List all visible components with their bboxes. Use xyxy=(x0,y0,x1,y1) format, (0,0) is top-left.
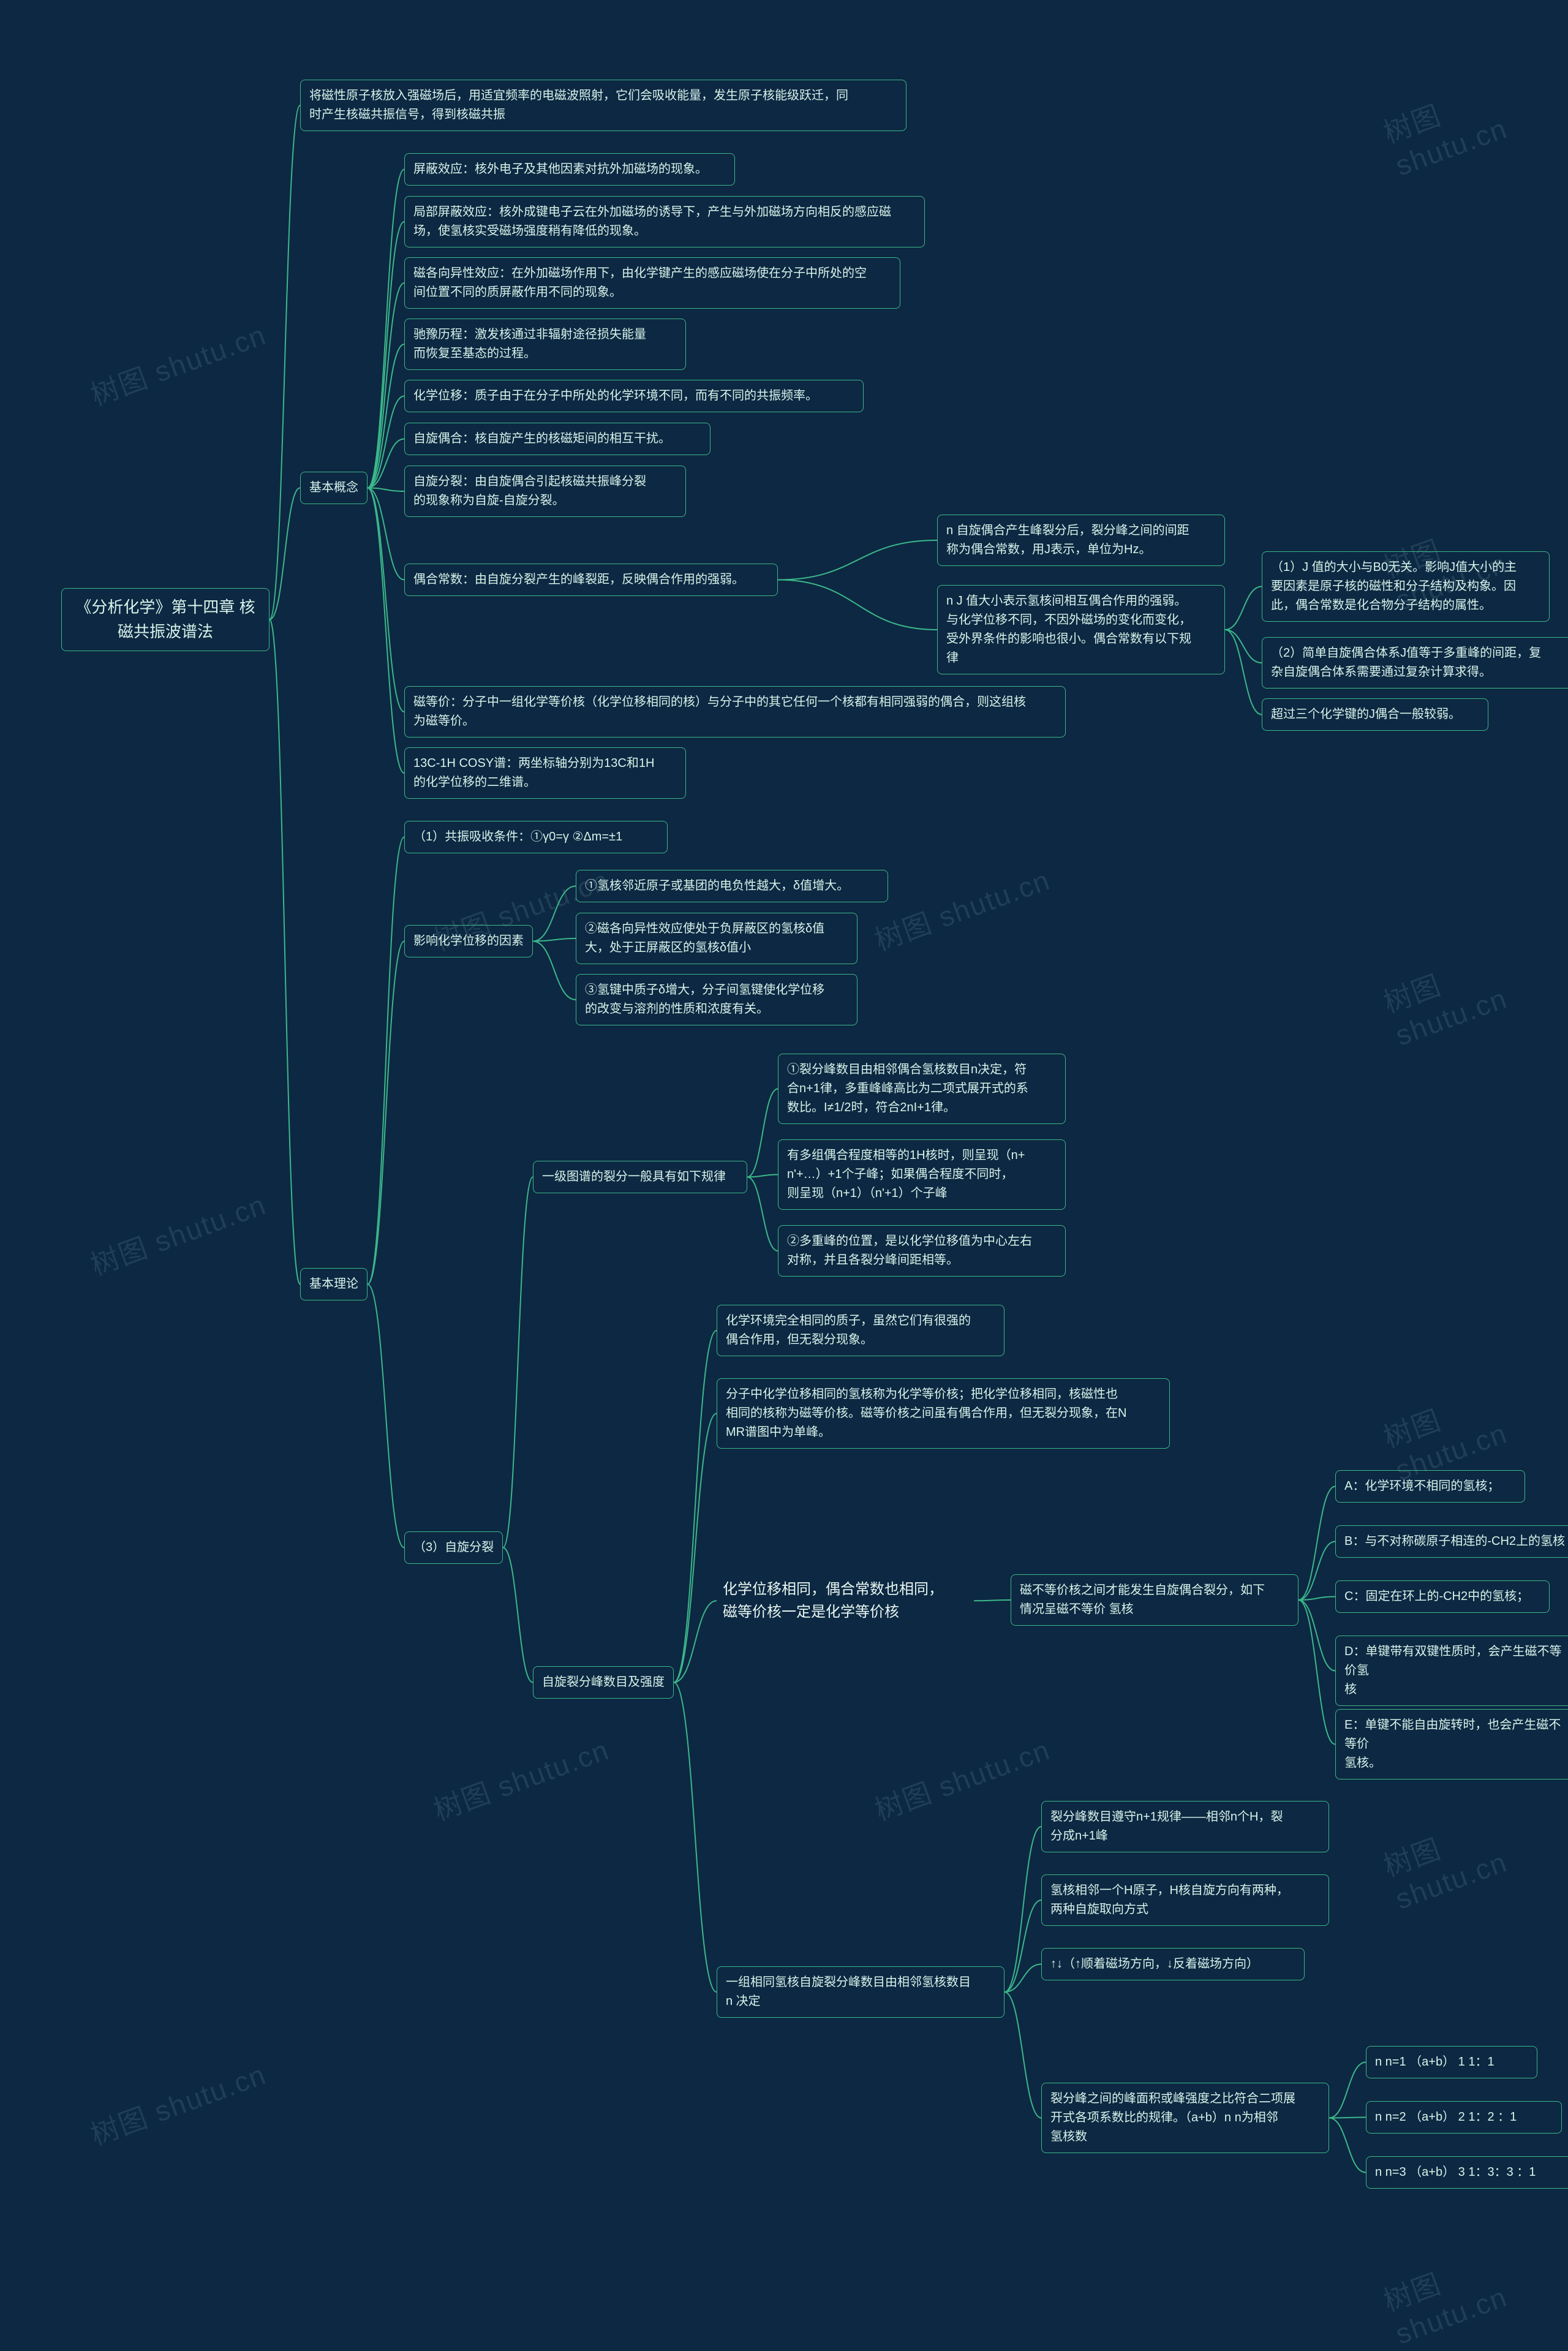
split-b1: 化学环境完全相同的质子，虽然它们有很强的 偶合作用，但无裂分现象。 xyxy=(717,1305,1005,1356)
first-order-law-2: ②多重峰的位置，是以化学位移值为中心左右 对称，并且各裂分峰间距相等。 xyxy=(778,1225,1066,1277)
concept-coupling-constant: 偶合常数：由自旋分裂产生的峰裂距，反映偶合作用的强弱。 xyxy=(404,564,778,596)
concept-mag-equiv: 磁等价：分子中一组化学等价核（化学位移相同的核）与分子中的其它任何一个核都有相同… xyxy=(404,686,1066,738)
coupling-const-b3: 超过三个化学键的J偶合一般较弱。 xyxy=(1262,698,1488,731)
first-order-law-1: ①裂分峰数目由相邻偶合氢核数目n决定，符 合n+1律，多重峰峰高比为二项式展开式… xyxy=(778,1054,1066,1124)
basic-theory-node: 基本理论 xyxy=(300,1268,368,1300)
shift-factor-1: ①氢核邻近原子或基团的电负性越大，δ值增大。 xyxy=(576,870,888,902)
splitting-count-intensity: 自旋裂分峰数目及强度 xyxy=(533,1666,674,1699)
pascal-2: n n=2 （a+b） 2 1：2 ：1 xyxy=(1366,2101,1562,2134)
noneq-c: C：固定在环上的-CH2中的氢核； xyxy=(1335,1580,1550,1613)
concept-spin-splitting: 自旋分裂：由自旋偶合引起核磁共振峰分裂 的现象称为自旋-自旋分裂。 xyxy=(404,466,686,517)
intro-node: 将磁性原子核放入强磁场后，用适宜频率的电磁波照射，它们会吸收能量，发生原子核能级… xyxy=(300,80,907,131)
split-b3: 化学位移相同，偶合常数也相同， 磁等价核一定是化学等价核 xyxy=(717,1574,974,1627)
split-b4-d: 裂分峰之间的峰面积或峰强度之比符合二项展 开式各项系数比的规律。（a+b）n n… xyxy=(1041,2083,1329,2153)
theory-shift-factors: 影响化学位移的因素 xyxy=(404,925,533,957)
split-b3-cond: 磁不等价核之间才能发生自旋偶合裂分，如下 情况呈磁不等价 氢核 xyxy=(1011,1574,1298,1626)
split-b4: 一组相同氢核自旋裂分峰数目由相邻氢核数目 n 决定 xyxy=(717,1966,1005,2018)
concept-relaxation: 驰豫历程：激发核通过非辐射途径损失能量 而恢复至基态的过程。 xyxy=(404,319,686,370)
noneq-e: E：单键不能自由旋转时，也会产生磁不等价 氢核。 xyxy=(1335,1709,1568,1779)
theory-resonance-cond: （1）共振吸收条件：①γ0=γ ②Δm=±1 xyxy=(404,821,668,853)
watermark: 树图 shutu.cn xyxy=(85,313,271,414)
split-b2: 分子中化学位移相同的氢核称为化学等价核；把化学位移相同，核磁性也 相同的核称为磁… xyxy=(717,1378,1170,1449)
basic-concepts-node: 基本概念 xyxy=(300,472,368,504)
split-b4-a: 裂分峰数目遵守n+1规律——相邻n个H，裂 分成n+1峰 xyxy=(1041,1801,1329,1852)
watermark: 树图 shutu.cn xyxy=(1378,50,1568,182)
watermark: 树图 shutu.cn xyxy=(1378,2219,1568,2350)
coupling-const-b1: （1）J 值的大小与B0无关。影响J值大小的主 要因素是原子核的磁性和分子结构及… xyxy=(1262,551,1550,622)
watermark: 树图 shutu.cn xyxy=(1378,920,1568,1052)
pascal-3: n n=3 （a+b） 3 1：3：3 ：1 xyxy=(1366,2156,1568,2189)
watermark: 树图 shutu.cn xyxy=(1378,1784,1568,1915)
first-order-laws: 一级图谱的裂分一般具有如下规律 xyxy=(533,1161,747,1193)
noneq-a: A：化学环境不相同的氢核； xyxy=(1335,1470,1525,1503)
concept-anisotropy: 磁各向异性效应：在外加磁场作用下，由化学键产生的感应磁场使在分子中所处的空 间位… xyxy=(404,257,900,309)
root-node: 《分析化学》第十四章 核 磁共振波谱法 xyxy=(61,588,270,651)
watermark: 树图 shutu.cn xyxy=(85,1183,271,1284)
watermark: 树图 shutu.cn xyxy=(869,1728,1055,1829)
coupling-const-b: n J 值大小表示氢核间相互偶合作用的强弱。 与化学位移不同，不因外磁场的变化而… xyxy=(937,585,1225,674)
split-b4-c: ↑↓（↑顺着磁场方向，↓反着磁场方向） xyxy=(1041,1948,1305,1980)
shift-factor-2: ②磁各向异性效应使处于负屏蔽区的氢核δ值 大，处于正屏蔽区的氢核δ值小 xyxy=(576,913,858,964)
concept-shielding: 屏蔽效应：核外电子及其他因素对抗外加磁场的现象。 xyxy=(404,153,735,186)
noneq-b: B：与不对称碳原子相连的-CH2上的氢核 xyxy=(1335,1525,1568,1558)
watermark: 树图 shutu.cn xyxy=(85,2053,271,2154)
concept-spin-coupling: 自旋偶合：核自旋产生的核磁矩间的相互干扰。 xyxy=(404,423,710,455)
pascal-1: n n=1 （a+b） 1 1：1 xyxy=(1366,2046,1537,2078)
concept-cosy: 13C-1H COSY谱：两坐标轴分别为13C和1H 的化学位移的二维谱。 xyxy=(404,747,686,799)
concept-local-shielding: 局部屏蔽效应：核外成键电子云在外加磁场的诱导下，产生与外加磁场方向相反的感应磁 … xyxy=(404,196,925,247)
first-order-law-1b: 有多组偶合程度相等的1H核时，则呈现（n+ n'+…）+1个子峰；如果偶合程度不… xyxy=(778,1139,1066,1210)
coupling-const-b2: （2）简单自旋偶合体系J值等于多重峰的间距，复 杂自旋偶合体系需要通过复杂计算求… xyxy=(1262,637,1568,689)
watermark: 树图 shutu.cn xyxy=(1378,1355,1568,1487)
watermark: 树图 shutu.cn xyxy=(428,1728,614,1829)
noneq-d: D：单键带有双键性质时，会产生磁不等价氢 核 xyxy=(1335,1636,1568,1706)
split-b4-b: 氢核相邻一个H原子，H核自旋方向有两种， 两种自旋取向方式 xyxy=(1041,1874,1329,1926)
theory-spin-splitting: （3）自旋分裂 xyxy=(404,1531,503,1564)
watermark: 树图 shutu.cn xyxy=(869,858,1055,959)
coupling-const-a: n 自旋偶合产生峰裂分后，裂分峰之间的间距 称为偶合常数，用J表示，单位为Hz。 xyxy=(937,515,1225,566)
concept-chem-shift: 化学位移：质子由于在分子中所处的化学环境不同，而有不同的共振频率。 xyxy=(404,380,864,412)
shift-factor-3: ③氢键中质子δ增大，分子间氢键使化学位移 的改变与溶剂的性质和浓度有关。 xyxy=(576,974,858,1025)
